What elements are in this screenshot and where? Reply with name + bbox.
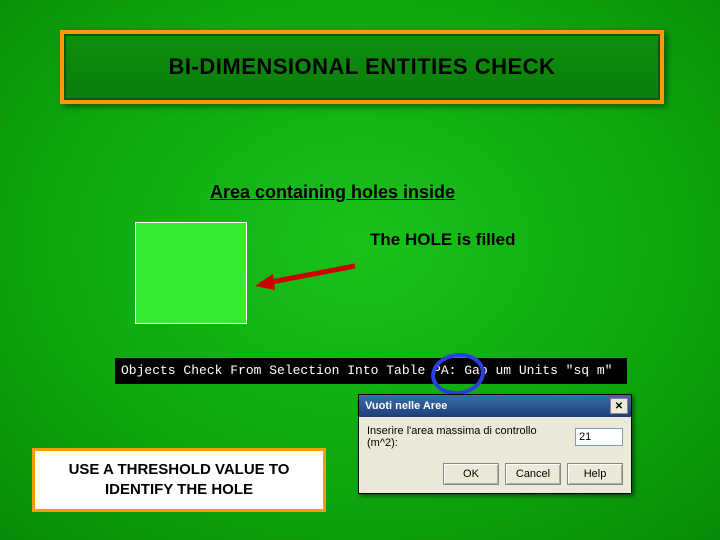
green-area-square bbox=[135, 222, 247, 324]
subtitle: Area containing holes inside bbox=[210, 182, 455, 203]
slide-title-box: BI-DIMENSIONAL ENTITIES CHECK bbox=[60, 30, 664, 104]
hole-filled-label: The HOLE is filled bbox=[370, 230, 515, 250]
arrow-icon bbox=[255, 260, 365, 300]
threshold-dialog: Vuoti nelle Aree ✕ Inserire l'area massi… bbox=[358, 394, 632, 494]
close-icon[interactable]: ✕ bbox=[610, 398, 628, 414]
dialog-title: Vuoti nelle Aree bbox=[365, 400, 447, 412]
dialog-prompt: Inserire l'area massima di controllo (m^… bbox=[367, 425, 569, 449]
help-button[interactable]: Help bbox=[567, 463, 623, 485]
dialog-titlebar: Vuoti nelle Aree ✕ bbox=[359, 395, 631, 417]
threshold-caption: USE A THRESHOLD VALUE TO IDENTIFY THE HO… bbox=[35, 460, 323, 501]
cancel-button[interactable]: Cancel bbox=[505, 463, 561, 485]
console-output: Objects Check From Selection Into Table … bbox=[115, 358, 627, 384]
threshold-input[interactable] bbox=[575, 428, 623, 446]
slide-title: BI-DIMENSIONAL ENTITIES CHECK bbox=[169, 54, 556, 80]
threshold-caption-box: USE A THRESHOLD VALUE TO IDENTIFY THE HO… bbox=[32, 448, 326, 512]
ok-button[interactable]: OK bbox=[443, 463, 499, 485]
